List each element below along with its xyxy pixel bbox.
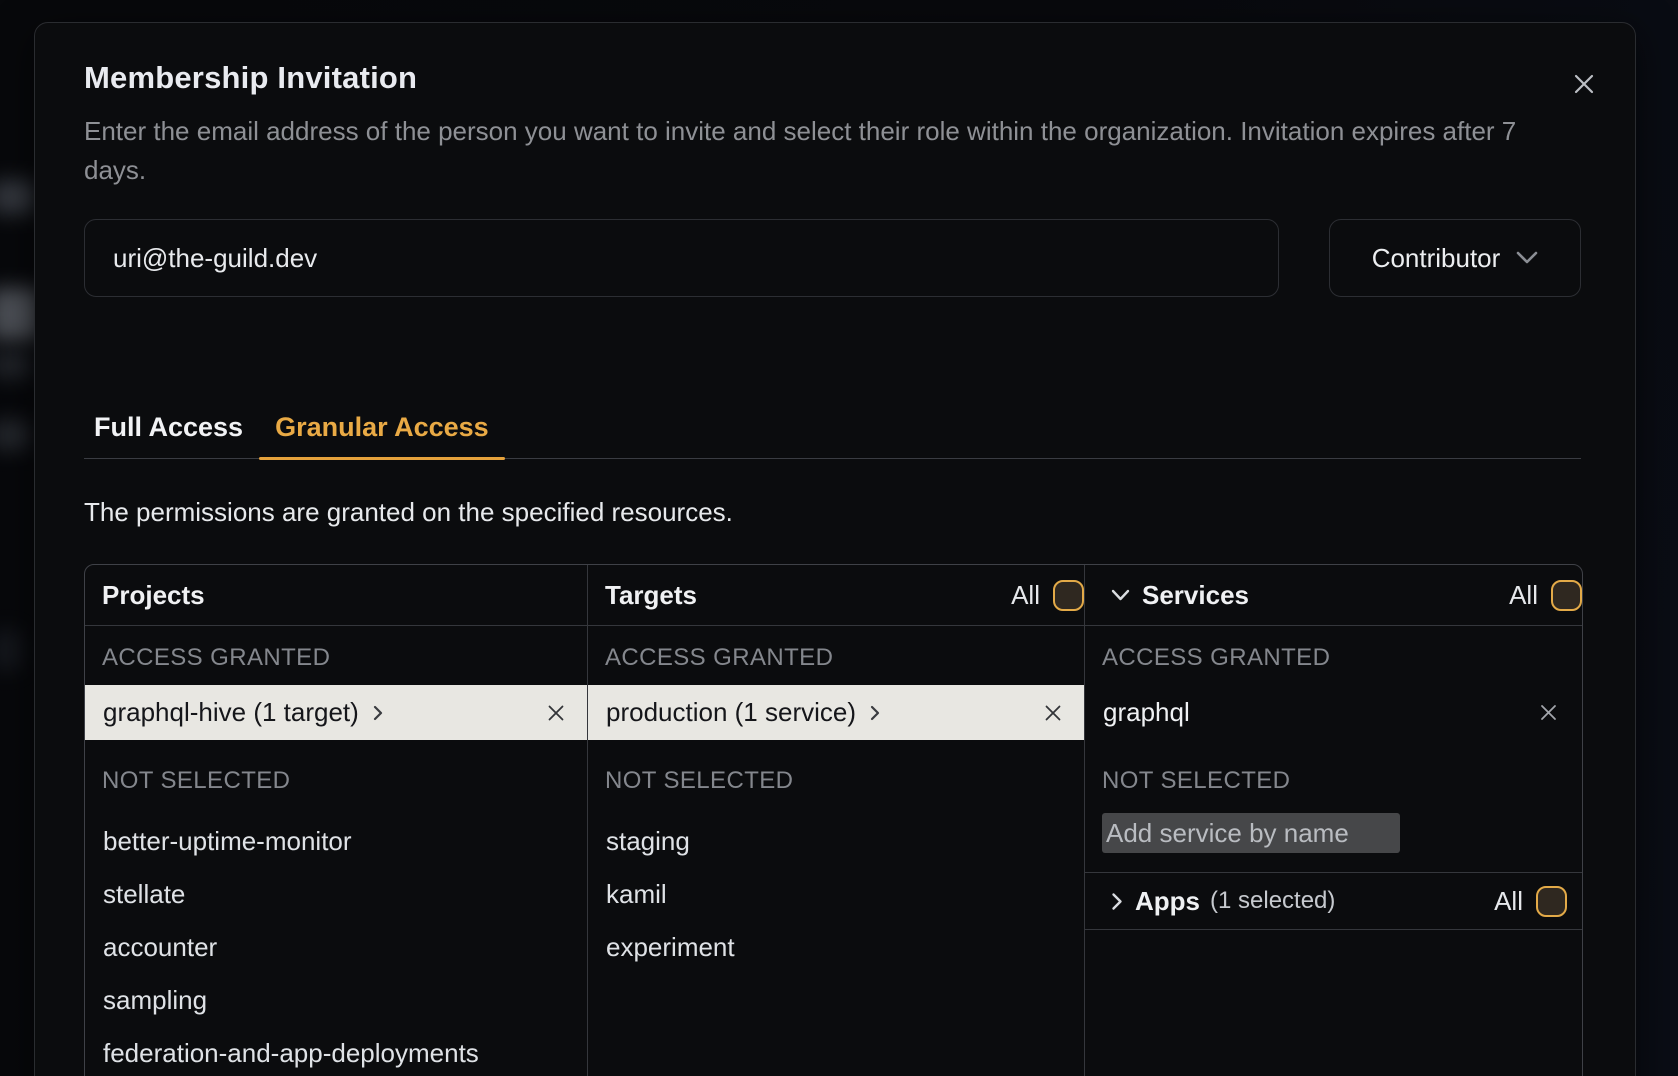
remove-icon (1044, 704, 1062, 722)
apps-all-checkbox[interactable] (1536, 886, 1567, 917)
selected-target-name: production (1 service) (606, 697, 856, 728)
chevron-right-icon (1111, 892, 1123, 911)
tab-granular-access[interactable]: Granular Access (259, 412, 505, 458)
list-item[interactable]: sampling (85, 974, 587, 1027)
list-item[interactable]: experiment (588, 921, 1084, 974)
tab-full-access[interactable]: Full Access (84, 412, 253, 458)
access-granted-label: ACCESS GRANTED (1102, 648, 1582, 668)
email-field[interactable] (84, 219, 1279, 297)
apps-section-row[interactable]: Apps (1 selected) All (1085, 872, 1582, 930)
services-column: ACCESS GRANTED graphql NOT SELECTED (1084, 626, 1582, 1076)
targets-list: staging kamil experiment (588, 815, 1084, 974)
remove-target-button[interactable] (1044, 704, 1062, 722)
services-header: Services (1142, 580, 1249, 611)
dialog-title: Membership Invitation (84, 59, 1581, 97)
chevron-down-icon (1111, 589, 1130, 602)
remove-icon (547, 704, 565, 722)
membership-invitation-dialog: Membership Invitation Enter the email ad… (34, 22, 1636, 1076)
services-header-cell[interactable]: Services All (1084, 565, 1582, 625)
remove-project-button[interactable] (547, 704, 565, 722)
not-selected-label: NOT SELECTED (605, 771, 1084, 791)
services-all-checkbox[interactable] (1551, 580, 1582, 611)
selected-target-row[interactable]: production (1 service) (588, 685, 1084, 740)
selected-service-row: graphql (1085, 685, 1582, 740)
list-item[interactable]: federation-and-app-deployments (85, 1027, 587, 1076)
projects-header: Projects (102, 580, 205, 611)
access-granted-label: ACCESS GRANTED (605, 648, 1084, 668)
list-item[interactable]: kamil (588, 868, 1084, 921)
screen: Membership Invitation Enter the email ad… (0, 0, 1678, 1076)
targets-header-cell: Targets All (587, 565, 1084, 625)
chevron-down-icon (1516, 251, 1538, 265)
list-item[interactable]: stellate (85, 868, 587, 921)
apps-header: Apps (1135, 886, 1200, 917)
resources-panel-header: Projects Targets All Services All (85, 565, 1582, 626)
projects-list: better-uptime-monitor stellate accounter… (85, 815, 587, 1076)
remove-service-button[interactable] (1539, 703, 1558, 722)
apps-selected-count: (1 selected) (1210, 887, 1335, 915)
projects-header-cell: Projects (85, 565, 587, 625)
permissions-note: The permissions are granted on the speci… (84, 497, 1581, 527)
selected-service-name: graphql (1103, 697, 1190, 728)
targets-header: Targets (605, 580, 697, 611)
chevron-right-icon (870, 705, 880, 721)
role-select[interactable]: Contributor (1329, 219, 1581, 297)
add-service-input[interactable] (1102, 813, 1400, 853)
list-item[interactable]: accounter (85, 921, 587, 974)
targets-all-checkbox[interactable] (1053, 580, 1084, 611)
close-button[interactable] (1570, 70, 1598, 98)
background-blur-artifact (0, 630, 22, 670)
not-selected-label: NOT SELECTED (1102, 771, 1582, 791)
targets-column: ACCESS GRANTED production (1 service) NO… (587, 626, 1084, 1076)
selected-project-name: graphql-hive (1 target) (103, 697, 359, 728)
apps-all-label: All (1494, 886, 1523, 917)
resources-panel: Projects Targets All Services All (84, 564, 1583, 1076)
list-item[interactable]: staging (588, 815, 1084, 868)
background-blur-artifact (0, 352, 32, 378)
role-select-value: Contributor (1372, 243, 1501, 274)
access-tabs: Full Access Granular Access (84, 412, 1581, 459)
not-selected-label: NOT SELECTED (102, 771, 587, 791)
targets-all-label: All (1011, 580, 1040, 611)
remove-icon (1539, 703, 1558, 722)
background-blur-artifact (0, 180, 36, 214)
close-icon (1573, 73, 1595, 95)
invite-form-row: Contributor (84, 219, 1581, 297)
background-blur-artifact (0, 420, 30, 450)
services-all-label: All (1509, 580, 1538, 611)
dialog-description: Enter the email address of the person yo… (84, 112, 1581, 190)
selected-project-row[interactable]: graphql-hive (1 target) (85, 685, 587, 740)
chevron-right-icon (373, 705, 383, 721)
projects-column: ACCESS GRANTED graphql-hive (1 target) N… (85, 626, 587, 1076)
list-item[interactable]: better-uptime-monitor (85, 815, 587, 868)
resources-panel-body: ACCESS GRANTED graphql-hive (1 target) N… (85, 626, 1582, 1076)
access-granted-label: ACCESS GRANTED (102, 648, 587, 668)
